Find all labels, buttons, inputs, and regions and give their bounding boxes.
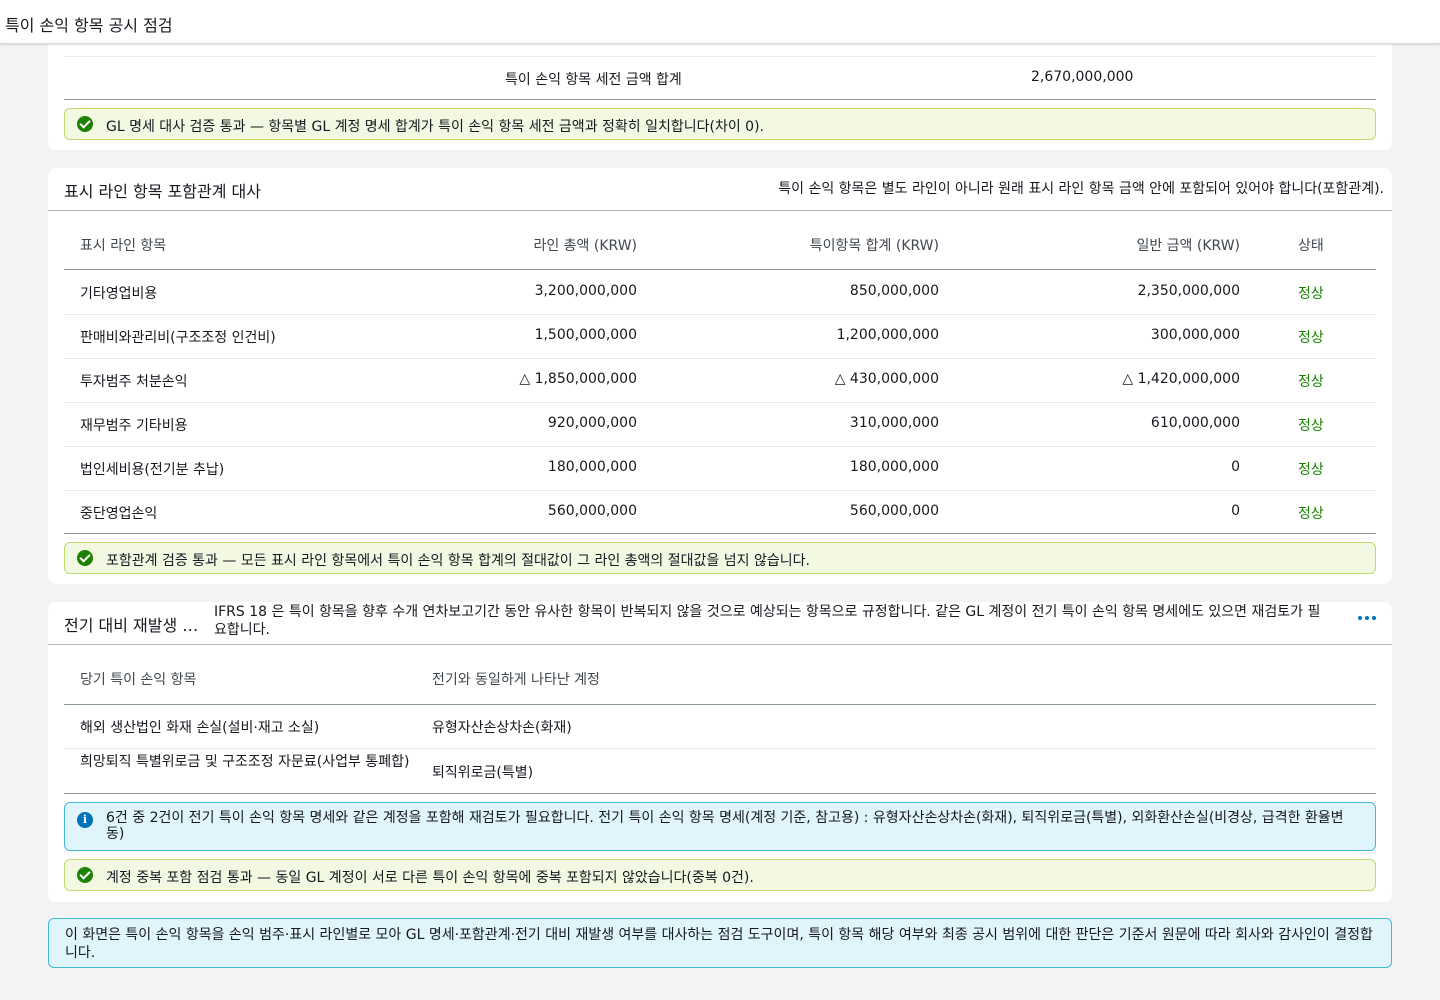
recurrence-card: 전기 대비 재발생 … IFRS 18 은 특이 항목을 향후 수개 연차보고기… xyxy=(48,602,1392,902)
divider xyxy=(64,358,1376,359)
row-item: 중단영업손익 xyxy=(80,506,158,522)
row-item: 법인세비용(전기분 추납) xyxy=(80,462,225,478)
row-general: 300,000,000 xyxy=(1150,327,1240,343)
row-item: 희망퇴직 특별위로금 및 구조조정 자문료(사업부 통폐합) xyxy=(80,754,410,770)
recurrence-title: 전기 대비 재발생 … xyxy=(64,616,199,635)
divider xyxy=(64,704,1376,705)
disclaimer-alert: 이 화면은 특이 손익 항목을 손익 범주·표시 라인별로 모아 GL 명세·포… xyxy=(48,918,1392,968)
row-account: 퇴직위로금(특별) xyxy=(432,765,534,781)
row-item: 기타영업비용 xyxy=(80,286,158,302)
info-icon: i xyxy=(77,812,93,828)
page-title: 특이 손익 항목 공시 점검 xyxy=(5,16,173,35)
row-line-total: △ 1,850,000,000 xyxy=(519,371,637,387)
divider xyxy=(64,748,1376,749)
column-header-special-total: 특이항목 합계 (KRW) xyxy=(809,238,939,254)
divider xyxy=(64,56,1376,57)
divider xyxy=(64,269,1376,270)
row-line-total: 560,000,000 xyxy=(547,503,637,519)
row-item: 재무범주 기타비용 xyxy=(80,418,188,434)
row-line-total: 1,500,000,000 xyxy=(534,327,637,343)
divider xyxy=(64,533,1376,534)
row-general: 610,000,000 xyxy=(1150,415,1240,431)
row-line-total: 920,000,000 xyxy=(547,415,637,431)
gl-success-text: GL 명세 대사 검증 통과 — 항목별 GL 계정 명세 합계가 특이 손익 … xyxy=(106,119,764,135)
status-badge: 정상 xyxy=(1298,418,1324,434)
inclusion-description: 특이 손익 항목은 별도 라인이 아니라 원래 표시 라인 항목 금액 안에 포… xyxy=(778,181,1384,197)
recurrence-success-text: 계정 중복 포함 점검 통과 — 동일 GL 계정이 서로 다른 특이 손익 항… xyxy=(106,870,754,886)
row-special-total: 180,000,000 xyxy=(849,459,939,475)
recurrence-info-text: 6건 중 2건이 전기 특이 손익 항목 명세와 같은 계정을 포함해 재검토가… xyxy=(106,810,1344,842)
status-badge: 정상 xyxy=(1298,286,1324,302)
recurrence-description: IFRS 18 은 특이 항목을 향후 수개 연차보고기간 동안 유사한 항목이… xyxy=(214,604,1321,638)
row-special-total: 850,000,000 xyxy=(849,283,939,299)
status-badge: 정상 xyxy=(1298,462,1324,478)
check-circle-icon xyxy=(77,550,93,566)
gl-reconciliation-card: 특이 손익 항목 세전 금액 합계 2,670,000,000 GL 명세 대사… xyxy=(48,30,1392,150)
row-general: 2,350,000,000 xyxy=(1137,283,1240,299)
recurrence-info-alert: i 6건 중 2건이 전기 특이 손익 항목 명세와 같은 계정을 포함해 재검… xyxy=(64,802,1376,851)
row-general: △ 1,420,000,000 xyxy=(1122,371,1240,387)
row-item: 판매비와관리비(구조조정 인건비) xyxy=(80,330,276,346)
row-item: 투자범주 처분손익 xyxy=(80,374,188,390)
row-special-total: 560,000,000 xyxy=(849,503,939,519)
row-account: 유형자산손상차손(화재) xyxy=(432,720,572,736)
row-line-total: 3,200,000,000 xyxy=(534,283,637,299)
row-special-total: △ 430,000,000 xyxy=(834,371,939,387)
row-special-total: 1,200,000,000 xyxy=(836,327,939,343)
gl-total-label: 특이 손익 항목 세전 금액 합계 xyxy=(505,72,682,88)
inclusion-title: 표시 라인 항목 포함관계 대사 xyxy=(64,182,261,201)
row-item: 해외 생산법인 화재 손실(설비·재고 소실) xyxy=(80,720,320,736)
check-circle-icon xyxy=(77,867,93,883)
row-general: 0 xyxy=(1231,459,1240,475)
header-divider xyxy=(48,644,1392,645)
status-badge: 정상 xyxy=(1298,374,1324,390)
divider xyxy=(64,314,1376,315)
status-badge: 정상 xyxy=(1298,506,1324,522)
divider xyxy=(64,490,1376,491)
disclaimer-text: 이 화면은 특이 손익 항목을 손익 범주·표시 라인별로 모아 GL 명세·포… xyxy=(65,927,1373,961)
gl-success-alert: GL 명세 대사 검증 통과 — 항목별 GL 계정 명세 합계가 특이 손익 … xyxy=(64,108,1376,140)
inclusion-success-text: 포함관계 검증 통과 — 모든 표시 라인 항목에서 특이 손익 항목 합계의 … xyxy=(106,553,810,569)
top-bar: 특이 손익 항목 공시 점검 xyxy=(0,0,1440,44)
gl-total-value: 2,670,000,000 xyxy=(1031,69,1134,85)
divider xyxy=(64,99,1376,100)
column-header-line-total: 라인 총액 (KRW) xyxy=(533,238,637,254)
column-header-item: 표시 라인 항목 xyxy=(80,238,167,254)
row-special-total: 310,000,000 xyxy=(849,415,939,431)
inclusion-success-alert: 포함관계 검증 통과 — 모든 표시 라인 항목에서 특이 손익 항목 합계의 … xyxy=(64,542,1376,574)
status-badge: 정상 xyxy=(1298,330,1324,346)
row-general: 0 xyxy=(1231,503,1240,519)
header-divider xyxy=(48,210,1392,211)
row-line-total: 180,000,000 xyxy=(547,459,637,475)
more-options-icon[interactable] xyxy=(1358,614,1378,622)
recurrence-success-alert: 계정 중복 포함 점검 통과 — 동일 GL 계정이 서로 다른 특이 손익 항… xyxy=(64,859,1376,891)
divider xyxy=(64,446,1376,447)
check-circle-icon xyxy=(77,116,93,132)
inclusion-card: 표시 라인 항목 포함관계 대사 특이 손익 항목은 별도 라인이 아니라 원래… xyxy=(48,168,1392,584)
divider xyxy=(64,402,1376,403)
column-header-status: 상태 xyxy=(1298,238,1324,254)
column-header-current-item: 당기 특이 손익 항목 xyxy=(80,672,197,688)
divider xyxy=(64,793,1376,794)
column-header-prior-account: 전기와 동일하게 나타난 계정 xyxy=(432,672,600,688)
column-header-general: 일반 금액 (KRW) xyxy=(1136,238,1240,254)
